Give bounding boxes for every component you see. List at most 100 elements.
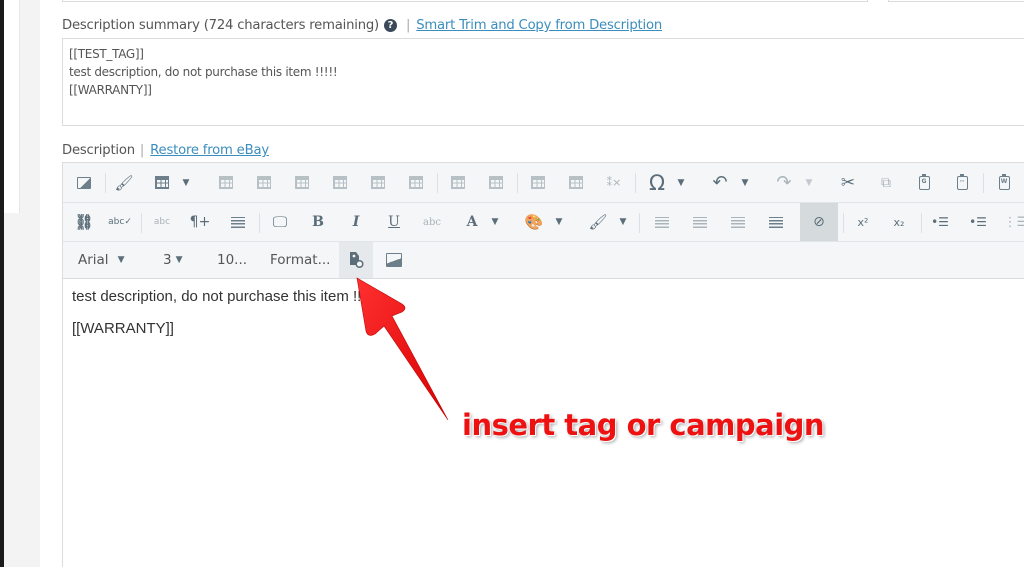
- bg-color-button[interactable]: 🎨: [521, 203, 547, 241]
- special-char-dropdown[interactable]: ▼: [673, 163, 689, 202]
- font-color-dropdown[interactable]: ▼: [487, 203, 503, 241]
- summary-textarea[interactable]: [[TEST_TAG]] test description, do not pu…: [62, 38, 1024, 126]
- block-format-button[interactable]: [225, 203, 251, 241]
- delete-table-button[interactable]: ⁑×: [601, 163, 627, 202]
- title-field[interactable]: [62, 0, 868, 2]
- gallery-icon: [386, 253, 402, 267]
- table-cell-merge-icon: [531, 176, 545, 189]
- cell-split-button[interactable]: [563, 163, 589, 202]
- paste-text-button[interactable]: ··: [949, 163, 975, 202]
- strikethrough-icon: abc: [423, 216, 441, 228]
- find-button[interactable]: ⛓: [71, 203, 97, 241]
- cell-merge-button[interactable]: [525, 163, 551, 202]
- row-delete-button[interactable]: [289, 163, 315, 202]
- special-char-button[interactable]: Ω: [643, 163, 671, 202]
- justify-left-button[interactable]: [649, 203, 675, 241]
- superscript-button[interactable]: x²: [849, 203, 877, 241]
- col-after-button[interactable]: [365, 163, 391, 202]
- line-height-select[interactable]: 10...: [217, 242, 247, 278]
- bold-button[interactable]: B: [305, 203, 331, 241]
- page-gutter: [20, 0, 40, 213]
- editor-content[interactable]: test description, do not purchase this i…: [72, 288, 374, 352]
- paste-word-button[interactable]: W: [991, 163, 1017, 202]
- caret-down-icon: ▼: [805, 177, 813, 188]
- question-circle-icon[interactable]: ?: [383, 19, 397, 32]
- table-icon: [155, 176, 169, 189]
- annotation-callout: insert tag or campaign: [462, 408, 825, 442]
- redo-button[interactable]: ↷: [771, 163, 797, 202]
- smart-trim-link[interactable]: Smart Trim and Copy from Description: [416, 18, 662, 33]
- content-line: [[WARRANTY]]: [72, 320, 174, 337]
- undo-button[interactable]: ↶: [707, 163, 733, 202]
- insert-image-button[interactable]: [71, 163, 97, 202]
- outdent-button[interactable]: •☰: [965, 203, 991, 241]
- table-dropdown[interactable]: ▼: [177, 163, 195, 202]
- col-delete-button[interactable]: [403, 163, 429, 202]
- font-color-icon: A: [466, 214, 478, 230]
- insert-media-button[interactable]: [379, 242, 409, 278]
- subscript-button[interactable]: x₂: [885, 203, 913, 241]
- strikethrough-button[interactable]: abc: [419, 203, 445, 241]
- row-after-button[interactable]: [251, 163, 277, 202]
- highlight-icon: 🖌: [588, 213, 608, 231]
- row-before-button[interactable]: [213, 163, 239, 202]
- cut-button[interactable]: ✂: [835, 163, 861, 202]
- insert-tag-button[interactable]: [339, 242, 373, 278]
- highlight-button[interactable]: 🖌: [585, 203, 611, 241]
- preview-button[interactable]: 🖵: [267, 203, 293, 241]
- underline-button[interactable]: U: [381, 203, 407, 241]
- font-color-button[interactable]: A: [459, 203, 485, 241]
- caret-down-icon: ▼: [741, 177, 749, 188]
- justify-full-button[interactable]: [763, 203, 789, 241]
- remove-format-button[interactable]: ⊘: [800, 203, 838, 241]
- spellcheck-button[interactable]: abc✓: [107, 203, 133, 241]
- description-editor: 🖌 ▼ ⁑× Ω ▼ ↶ ▼ ↷ ▼ ✂ ⧉ G ·· W ⛓ abc✓ abc: [62, 162, 1024, 567]
- caret-down-icon: ▼: [175, 255, 183, 265]
- paste-text-icon: ··: [956, 173, 968, 190]
- paint-button[interactable]: 🖌: [111, 163, 137, 202]
- side-panel: [4, 0, 20, 213]
- caret-down-icon: ▼: [619, 217, 627, 227]
- special-char-icon: Ω: [648, 170, 666, 195]
- line-height-value: 10...: [217, 252, 248, 268]
- separator: [921, 213, 922, 233]
- text-field-button[interactable]: abc: [149, 203, 175, 241]
- secondary-field[interactable]: [888, 0, 1024, 2]
- indent-button[interactable]: •☰: [927, 203, 953, 241]
- paragraph-icon: ¶+: [189, 214, 211, 230]
- description-label: Description: [62, 143, 135, 158]
- redo-dropdown[interactable]: ▼: [801, 163, 817, 202]
- copy-button[interactable]: ⧉: [873, 163, 899, 202]
- justify-right-button[interactable]: [725, 203, 751, 241]
- restore-from-ebay-link[interactable]: Restore from eBay: [150, 143, 269, 158]
- caret-down-icon: ▼: [677, 177, 685, 188]
- cut-icon: ✂: [840, 172, 856, 193]
- justify-center-button[interactable]: [687, 203, 713, 241]
- paragraph-button[interactable]: ¶+: [187, 203, 213, 241]
- paint-bucket-icon: 🖌: [114, 173, 134, 192]
- find-icon: ⛓: [74, 213, 94, 231]
- summary-label-row: Description summary (724 characters rema…: [62, 18, 662, 33]
- justify-right-icon: [731, 216, 745, 228]
- caret-down-icon: ▼: [182, 177, 190, 188]
- table-delete-icon: ⁑×: [606, 176, 622, 189]
- font-name-select[interactable]: Arial ▼: [78, 242, 124, 278]
- bg-color-dropdown[interactable]: ▼: [551, 203, 567, 241]
- paste-button[interactable]: G: [911, 163, 937, 202]
- undo-dropdown[interactable]: ▼: [737, 163, 753, 202]
- highlight-dropdown[interactable]: ▼: [615, 203, 631, 241]
- spellcheck-icon: abc✓: [108, 217, 132, 227]
- caret-down-icon: ▼: [555, 217, 563, 227]
- list-button[interactable]: ⋮☰: [1003, 203, 1024, 241]
- italic-button[interactable]: I: [343, 203, 369, 241]
- separator: [983, 173, 984, 193]
- table-button[interactable]: [149, 163, 175, 202]
- split-button[interactable]: [483, 163, 509, 202]
- separator: [259, 213, 260, 233]
- col-before-button[interactable]: [327, 163, 353, 202]
- merge-button[interactable]: [445, 163, 471, 202]
- image-icon: [77, 176, 91, 189]
- format-select[interactable]: Format...: [270, 242, 330, 278]
- text-field-icon: abc: [153, 217, 171, 227]
- font-size-select[interactable]: 3 ▼: [163, 242, 183, 278]
